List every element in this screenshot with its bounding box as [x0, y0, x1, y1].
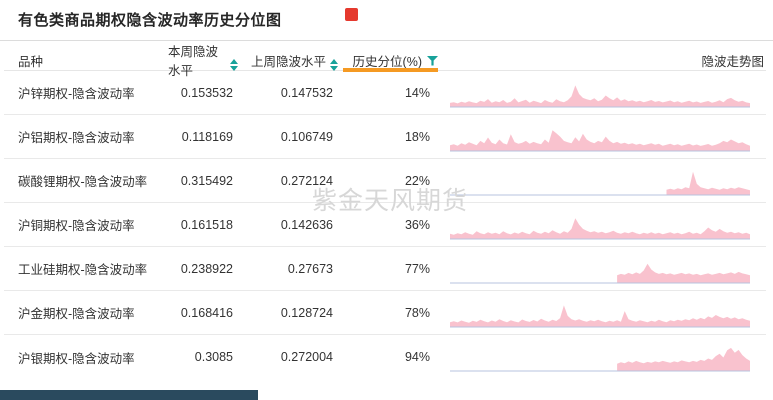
column-header-last-week-iv[interactable]: 上周隐波水平 — [238, 51, 338, 71]
iv-trend-sparkline — [438, 207, 766, 243]
column-header-trend: 隐波走势图 — [438, 51, 766, 70]
percentile-cell: 36% — [404, 217, 430, 232]
this-week-iv-cell: 0.161518 — [180, 217, 233, 232]
sparkline-area — [450, 129, 750, 150]
this-week-iv-cell: 0.118169 — [181, 129, 233, 144]
column-header-label: 上周隐波水平 — [250, 54, 326, 69]
sparkline-area — [666, 171, 750, 194]
iv-trend-sparkline — [438, 163, 766, 199]
last-week-iv-cell: 0.147532 — [280, 85, 333, 100]
iv-trend-sparkline — [438, 251, 766, 287]
percentile-cell: 22% — [404, 173, 430, 188]
bottom-bar — [0, 390, 258, 400]
sparkline-area — [450, 84, 750, 106]
percentile-cell: 18% — [404, 129, 430, 144]
sparkline-area — [450, 217, 750, 238]
last-week-iv-cell: 0.272124 — [280, 173, 333, 188]
variety-cell: 沪铜期权-隐含波动率 — [18, 219, 135, 233]
this-week-iv-cell: 0.168416 — [180, 305, 233, 320]
percentile-cell: 14% — [404, 85, 430, 100]
last-week-iv-cell: 0.27673 — [287, 261, 333, 276]
column-header-variety[interactable]: 品种 — [18, 51, 168, 70]
this-week-iv-cell: 0.153532 — [180, 85, 233, 100]
sparkline-area — [450, 304, 750, 326]
column-header-label: 历史分位(%) — [352, 54, 422, 69]
table-row: 沪金期权-隐含波动率 0.168416 0.128724 78% — [4, 291, 766, 335]
last-week-iv-cell: 0.272004 — [280, 350, 333, 364]
percentile-cell: 78% — [404, 305, 430, 320]
sparkline-area — [617, 263, 750, 282]
this-week-iv-cell: 0.315492 — [180, 173, 233, 188]
iv-trend-sparkline — [438, 119, 766, 155]
variety-cell: 沪金期权-隐含波动率 — [18, 307, 135, 321]
column-header-label: 隐波走势图 — [701, 54, 764, 69]
sort-arrows-icon[interactable] — [230, 59, 238, 71]
table-row: 碳酸锂期权-隐含波动率 0.315492 0.272124 22% — [4, 159, 766, 203]
variety-cell: 工业硅期权-隐含波动率 — [18, 263, 148, 277]
table-row: 沪铜期权-隐含波动率 0.161518 0.142636 36% — [4, 203, 766, 247]
sparkline-area — [617, 347, 750, 371]
table-body: 沪锌期权-隐含波动率 0.153532 0.147532 14% 沪铝期权-隐含… — [4, 71, 766, 379]
this-week-iv-cell: 0.238922 — [180, 261, 233, 276]
last-week-iv-cell: 0.142636 — [280, 217, 333, 232]
last-week-iv-cell: 0.128724 — [280, 305, 333, 320]
table-row: 沪锌期权-隐含波动率 0.153532 0.147532 14% — [4, 71, 766, 115]
variety-cell: 沪银期权-隐含波动率 — [18, 351, 135, 366]
column-header-percentile[interactable]: 历史分位(%) — [338, 51, 438, 72]
this-week-iv-cell: 0.3085 — [194, 350, 233, 364]
iv-trend-sparkline — [438, 295, 766, 331]
title-bar: 有色类商品期权隐含波动率历史分位图 — [0, 0, 773, 40]
variety-cell: 碳酸锂期权-隐含波动率 — [18, 175, 148, 189]
column-header-label: 品种 — [18, 54, 44, 69]
last-week-iv-cell: 0.106749 — [280, 129, 333, 144]
table-row: 沪银期权-隐含波动率 0.3085 0.272004 94% — [4, 335, 766, 379]
filter-funnel-icon[interactable] — [427, 56, 438, 66]
table-row: 沪铝期权-隐含波动率 0.118169 0.106749 18% — [4, 115, 766, 159]
iv-trend-sparkline — [438, 339, 766, 375]
percentile-cell: 94% — [404, 350, 430, 364]
table-row: 工业硅期权-隐含波动率 0.238922 0.27673 77% — [4, 247, 766, 291]
percentile-cell: 77% — [404, 261, 430, 276]
variety-cell: 沪锌期权-隐含波动率 — [18, 87, 135, 101]
sort-arrows-icon[interactable] — [330, 59, 338, 71]
table-header-row: 品种 本周隐波水平 上周隐波水平 历史分位(%) 隐波走势图 — [4, 41, 766, 78]
iv-trend-sparkline — [438, 75, 766, 111]
red-marker-icon — [345, 8, 358, 21]
variety-cell: 沪铝期权-隐含波动率 — [18, 131, 135, 145]
page-title: 有色类商品期权隐含波动率历史分位图 — [18, 12, 282, 29]
